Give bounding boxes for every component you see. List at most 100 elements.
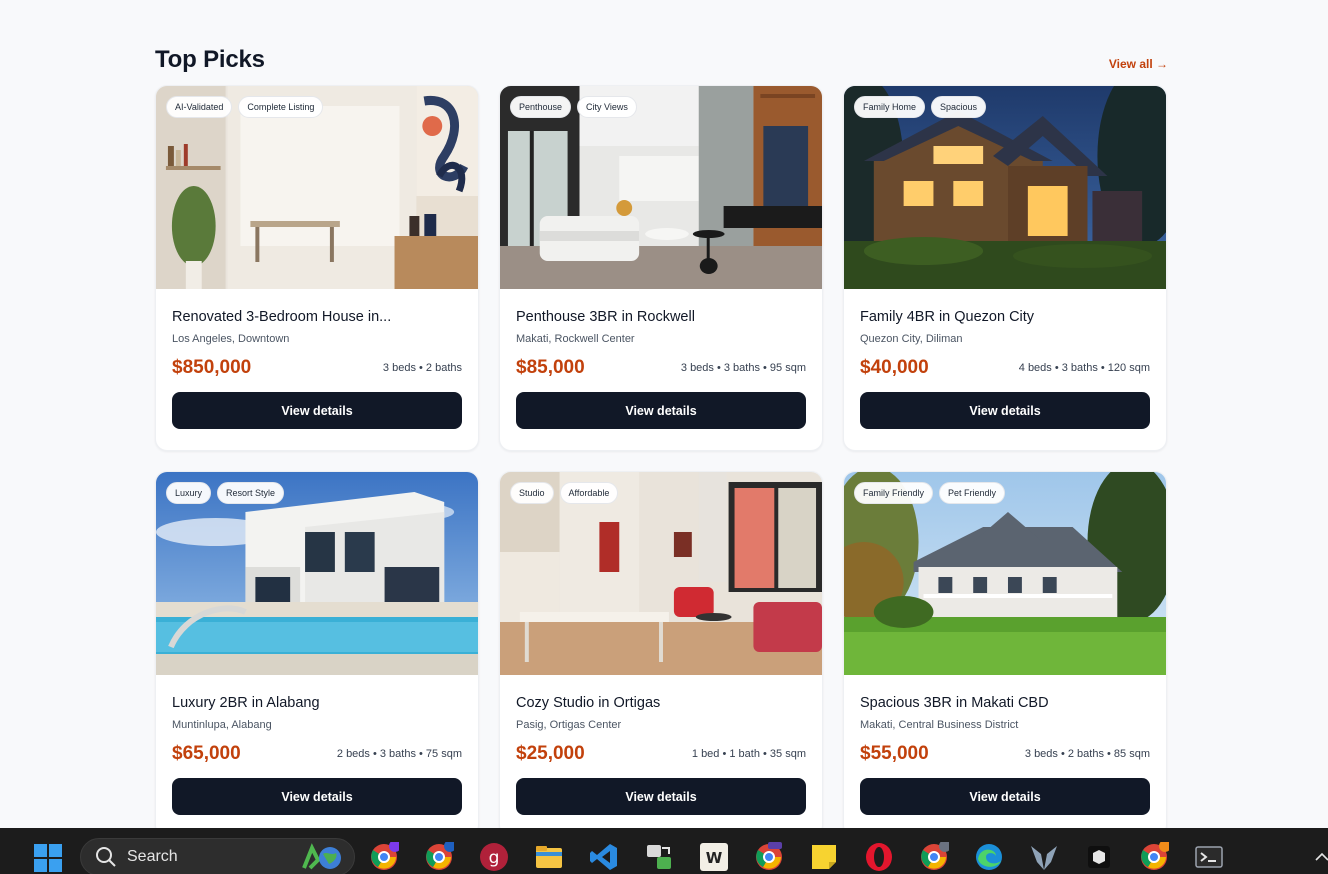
listing-card[interactable]: Family Home Spacious Family 4BR in Quezo… xyxy=(843,85,1167,451)
file-explorer-icon[interactable] xyxy=(534,842,564,872)
listing-price: $850,000 xyxy=(172,357,252,378)
listing-title[interactable]: Spacious 3BR in Makati CBD xyxy=(860,695,1150,711)
view-all-link[interactable]: View all → xyxy=(1109,57,1168,71)
price-row: $40,000 4 beds • 3 baths • 120 sqm xyxy=(860,357,1150,379)
chevron-up-icon[interactable] xyxy=(1314,842,1328,872)
listing-location: Makati, Central Business District xyxy=(860,719,1019,731)
listing-title[interactable]: Cozy Studio in Ortigas xyxy=(516,695,806,711)
card-body: Penthouse 3BR in Rockwell Makati, Rockwe… xyxy=(500,289,822,429)
chrome-profile-h-icon[interactable] xyxy=(424,842,454,872)
tag: AI-Validated xyxy=(166,96,233,118)
terminal-icon[interactable] xyxy=(1194,842,1224,872)
view-details-button[interactable]: View details xyxy=(172,392,462,429)
search-label: Search xyxy=(127,848,178,865)
listing-card[interactable]: AI-Validated Complete Listing Renovated … xyxy=(155,85,479,451)
listing-specs: 2 beds • 3 baths • 75 sqm xyxy=(336,748,462,760)
remote-transfer-icon[interactable] xyxy=(644,842,674,872)
listing-location: Quezon City, Diliman xyxy=(860,333,963,345)
listing-card[interactable]: Luxury Resort Style Luxury 2BR in Alaban… xyxy=(155,471,479,837)
tag: Complete Listing xyxy=(238,96,324,118)
tag-list: Luxury Resort Style xyxy=(166,482,285,504)
view-details-button[interactable]: View details xyxy=(860,392,1150,429)
listing-photo[interactable]: Studio Affordable xyxy=(500,472,822,675)
listing-specs: 4 beds • 3 baths • 120 sqm xyxy=(1018,362,1150,374)
listing-photo[interactable]: Penthouse City Views xyxy=(500,86,822,289)
tag: Family Home xyxy=(854,96,926,118)
listing-price: $25,000 xyxy=(516,743,585,764)
listing-card[interactable]: Family Friendly Pet Friendly Spacious 3B… xyxy=(843,471,1167,837)
awareness-ribbon-globe-icon xyxy=(302,843,341,870)
box-app-icon[interactable] xyxy=(1084,842,1114,872)
listing-specs: 3 beds • 3 baths • 95 sqm xyxy=(680,362,806,374)
section-title: Top Picks xyxy=(155,46,265,73)
chrome-active-icon[interactable] xyxy=(754,842,784,872)
chrome-profile-k-icon[interactable] xyxy=(369,842,399,872)
taskbar: Search g W xyxy=(0,828,1328,874)
price-row: $65,000 2 beds • 3 baths • 75 sqm xyxy=(172,743,462,765)
svg-text:g: g xyxy=(489,848,500,868)
vscode-icon[interactable] xyxy=(589,842,619,872)
listing-photo[interactable]: Family Friendly Pet Friendly xyxy=(844,472,1166,675)
price-row: $25,000 1 bed • 1 bath • 35 sqm xyxy=(516,743,806,765)
listing-photo[interactable]: Luxury Resort Style xyxy=(156,472,478,675)
listing-title[interactable]: Family 4BR in Quezon City xyxy=(860,309,1150,325)
card-body: Family 4BR in Quezon City Quezon City, D… xyxy=(844,289,1166,429)
tag: Luxury xyxy=(166,482,212,504)
tag: Affordable xyxy=(559,482,619,504)
price-row: $850,000 3 beds • 2 baths xyxy=(172,357,462,379)
sticky-notes-icon[interactable] xyxy=(809,842,839,872)
taskbar-search[interactable]: Search xyxy=(80,838,355,874)
tag: Resort Style xyxy=(217,482,285,504)
card-body: Spacious 3BR in Makati CBD Makati, Centr… xyxy=(844,675,1166,815)
tag: Penthouse xyxy=(510,96,572,118)
section-header: Top Picks View all → xyxy=(155,34,1168,74)
price-row: $85,000 3 beds • 3 baths • 95 sqm xyxy=(516,357,806,379)
listing-title[interactable]: Luxury 2BR in Alabang xyxy=(172,695,462,711)
tag: Pet Friendly xyxy=(939,482,1006,504)
listing-price: $65,000 xyxy=(172,743,241,764)
view-details-button[interactable]: View details xyxy=(860,778,1150,815)
tag-list: Family Friendly Pet Friendly xyxy=(854,482,1006,504)
listing-specs: 3 beds • 2 baths xyxy=(382,362,462,374)
windows-start-icon[interactable] xyxy=(33,843,63,873)
listing-title[interactable]: Penthouse 3BR in Rockwell xyxy=(516,309,806,325)
search-icon xyxy=(96,847,116,867)
opera-icon[interactable] xyxy=(864,842,894,872)
view-details-button[interactable]: View details xyxy=(516,392,806,429)
card-body: Renovated 3-Bedroom House in... Los Ange… xyxy=(156,289,478,429)
listing-price: $55,000 xyxy=(860,743,929,764)
edge-icon[interactable] xyxy=(974,842,1004,872)
tag: Family Friendly xyxy=(854,482,934,504)
view-details-button[interactable]: View details xyxy=(516,778,806,815)
git-app-icon[interactable]: g xyxy=(479,842,509,872)
predator-sense-icon[interactable] xyxy=(1029,842,1059,872)
price-row: $55,000 3 beds • 2 baths • 85 sqm xyxy=(860,743,1150,765)
listing-price: $40,000 xyxy=(860,357,929,378)
listing-specs: 3 beds • 2 baths • 85 sqm xyxy=(1024,748,1150,760)
listing-title[interactable]: Renovated 3-Bedroom House in... xyxy=(172,309,462,325)
listing-card[interactable]: Penthouse City Views Penthouse 3BR in Ro… xyxy=(499,85,823,451)
tag-list: Penthouse City Views xyxy=(510,96,637,118)
tag-list: Family Home Spacious xyxy=(854,96,987,118)
tag: Spacious xyxy=(931,96,987,118)
listing-card[interactable]: Studio Affordable Cozy Studio in Ortigas… xyxy=(499,471,823,837)
listing-photo[interactable]: Family Home Spacious xyxy=(844,86,1166,289)
card-body: Luxury 2BR in Alabang Muntinlupa, Alaban… xyxy=(156,675,478,815)
listing-location: Pasig, Ortigas Center xyxy=(516,719,622,731)
tag-list: AI-Validated Complete Listing xyxy=(166,96,324,118)
chrome-profile-j-icon[interactable] xyxy=(1139,842,1169,872)
writer-app-icon[interactable]: W xyxy=(699,842,729,872)
card-body: Cozy Studio in Ortigas Pasig, Ortigas Ce… xyxy=(500,675,822,815)
view-details-button[interactable]: View details xyxy=(172,778,462,815)
svg-text:W: W xyxy=(706,849,723,867)
listings-grid: AI-Validated Complete Listing Renovated … xyxy=(155,85,1168,837)
tag: Studio xyxy=(510,482,554,504)
tag-list: Studio Affordable xyxy=(510,482,619,504)
tag: City Views xyxy=(577,96,637,118)
top-picks-section: Top Picks View all → AI-Validated Comple… xyxy=(155,34,1168,837)
listing-photo[interactable]: AI-Validated Complete Listing xyxy=(156,86,478,289)
listing-price: $85,000 xyxy=(516,357,585,378)
chrome-profile-h2-icon[interactable] xyxy=(919,842,949,872)
listing-location: Muntinlupa, Alabang xyxy=(172,719,272,731)
listing-specs: 1 bed • 1 bath • 35 sqm xyxy=(691,748,806,760)
